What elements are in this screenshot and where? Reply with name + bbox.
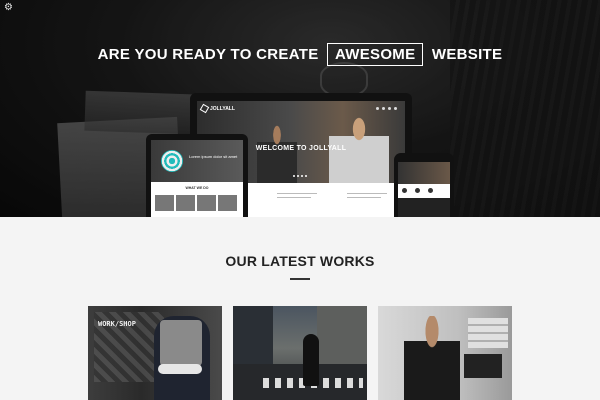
tablet-mockup: Lorem ipsum dolor sit amet WHAT WE DO [146, 134, 248, 217]
tablet-hero-text: Lorem ipsum dolor sit amet [189, 154, 238, 159]
latest-works-title: OUR LATEST WORKS [225, 253, 375, 269]
target-icon [161, 150, 183, 172]
laptop-person-left [257, 123, 297, 183]
work-thumbnail-1-roll [158, 364, 202, 374]
laptop-slider-dots [293, 175, 307, 177]
work-thumbnail-3-person [404, 316, 460, 400]
laptop-brand-text: JOLLYALL [210, 105, 235, 112]
hero-title: ARE YOU READY TO CREATE AWESOME WEBSITE [0, 43, 600, 66]
work-thumbnail-1[interactable]: WORK/SHOP [88, 306, 222, 400]
tablet-screen: Lorem ipsum dolor sit amet WHAT WE DO [151, 140, 243, 217]
gear-icon[interactable]: ⚙ [4, 3, 14, 13]
hero-section: ⚙ ARE YOU READY TO CREATE AWESOME WEBSIT… [0, 0, 600, 217]
work-thumbnail-3[interactable] [378, 306, 512, 400]
phone-mockup [394, 153, 454, 217]
hero-title-after: WEBSITE [431, 46, 503, 63]
phone-dark-band [398, 198, 450, 217]
tablet-section-title: WHAT WE DO [185, 186, 209, 190]
phone-icons [402, 188, 433, 193]
work-thumbnail-2-building-right [317, 306, 367, 366]
hexagon-logo-icon [199, 103, 210, 114]
work-thumbnail-3-shelf [468, 318, 508, 348]
work-thumbnail-3-monitor [464, 354, 502, 378]
phone-screen [398, 162, 450, 217]
work-thumbnail-2-building-left [233, 306, 273, 366]
hero-title-boxed: AWESOME [326, 43, 424, 66]
laptop-brand: JOLLYALL [199, 103, 235, 114]
latest-works-section: OUR LATEST WORKS WORK/SHOP [0, 217, 600, 400]
phone-hero [398, 162, 450, 184]
work-thumbnail-2[interactable] [233, 306, 367, 400]
laptop-nav-dots [376, 107, 397, 110]
work-thumbnail-1-backpack [160, 320, 202, 366]
tablet-thumbs [155, 195, 237, 211]
title-divider [290, 278, 310, 280]
work-thumbnail-2-person [303, 334, 319, 386]
work-thumbnail-1-sign: WORK/SHOP [98, 320, 136, 328]
hero-title-before: ARE YOU READY TO CREATE [97, 46, 319, 63]
